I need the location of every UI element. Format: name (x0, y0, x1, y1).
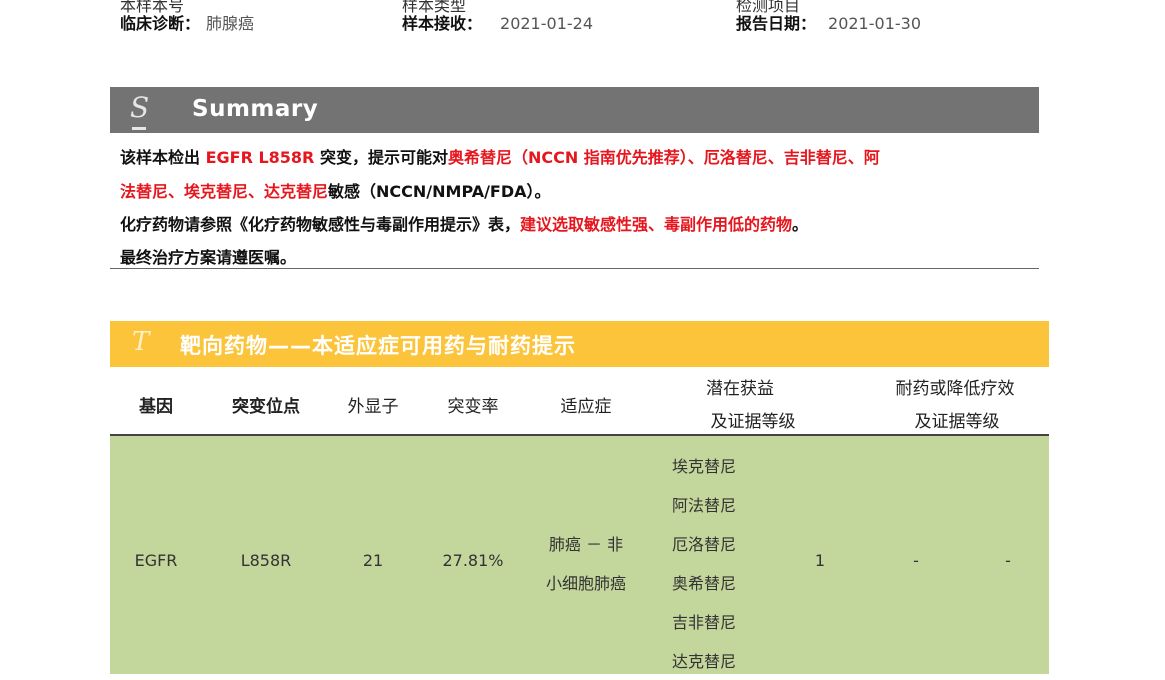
summary-text: 敏感（NCCN/NMPA/FDA）。 (328, 182, 551, 201)
summary-gene-highlight: EGFR L858R (205, 148, 315, 167)
cell-exon: 21 (362, 551, 384, 570)
targeted-header-bar: T 靶向药物——本适应症可用药与耐药提示 (110, 321, 1049, 367)
cell-rate: 27.81% (442, 551, 504, 570)
col-header-gene: 基因 (139, 397, 173, 417)
summary-title: Summary (192, 96, 319, 122)
summary-line-3: 化疗药物请参照《化疗药物敏感性与毒副作用提示》表，建议选取敏感性强、毒副作用低的… (120, 211, 808, 235)
summary-line-4: 最终治疗方案请遵医嘱。 (120, 248, 297, 267)
col-header-resistance: 耐药或降低疗效 (895, 379, 1015, 399)
cell-indication-line-1: 肺癌 － 非 (548, 535, 624, 554)
report-date: 报告日期： 2021-01-30 (736, 10, 921, 34)
summary-text: 。 (792, 215, 809, 234)
cell-resistance-level: - (1005, 551, 1011, 570)
drug-item: 埃克替尼 (672, 457, 737, 476)
cell-site: L858R (240, 551, 292, 570)
col-header-exon: 外显子 (347, 397, 399, 417)
targeted-title: 靶向药物——本适应症可用药与耐药提示 (180, 334, 576, 358)
col-header-resistance-level: 及证据等级 (914, 412, 1000, 432)
report-date-value: 2021-01-30 (828, 14, 921, 33)
col-header-benefit-level: 及证据等级 (710, 412, 796, 432)
sample-received: 样本接收： 2021-01-24 (402, 10, 593, 34)
col-header-rate: 突变率 (447, 397, 499, 417)
col-header-site: 突变位点 (232, 397, 300, 417)
summary-drug-highlight: 奥希替尼（NCCN 指南优先推荐）、厄洛替尼、吉非替尼、阿 (447, 148, 880, 167)
clinical-diagnosis: 临床诊断： 肺腺癌 (120, 10, 254, 34)
summary-line-1: 该样本检出 EGFR L858R 突变，提示可能对奥希替尼（NCCN 指南优先推… (120, 144, 880, 168)
summary-advice-highlight: 建议选取敏感性强、毒副作用低的药物 (520, 215, 793, 234)
targeted-letter-icon: T (132, 327, 150, 357)
clinical-diagnosis-label: 临床诊断： (120, 14, 201, 33)
cell-evidence-level: 1 (814, 551, 826, 570)
sample-received-value: 2021-01-24 (500, 14, 593, 33)
drug-item: 奥希替尼 (672, 574, 737, 593)
summary-divider (110, 268, 1039, 269)
summary-line-2: 法替尼、埃克替尼、达克替尼敏感（NCCN/NMPA/FDA）。 (120, 178, 551, 202)
col-header-indication: 适应症 (560, 397, 612, 417)
summary-header-bar: S Summary (110, 87, 1039, 133)
drug-item: 厄洛替尼 (672, 535, 737, 554)
drug-item: 吉非替尼 (672, 613, 737, 632)
cell-gene: EGFR (134, 551, 178, 570)
drug-item: 达克替尼 (672, 652, 737, 671)
clinical-diagnosis-value: 肺腺癌 (206, 14, 255, 33)
summary-letter-icon: S (130, 91, 160, 131)
summary-text: 突变，提示可能对 (314, 148, 448, 167)
drug-item: 阿法替尼 (672, 496, 737, 515)
sample-received-label: 样本接收： (402, 14, 483, 33)
summary-text: 该样本检出 (120, 148, 206, 167)
cell-indication-line-2: 小细胞肺癌 (545, 574, 626, 593)
col-header-benefit: 潜在获益 (706, 379, 774, 399)
summary-text: 化疗药物请参照《化疗药物敏感性与毒副作用提示》表， (120, 215, 521, 234)
summary-drug-highlight: 法替尼、埃克替尼、达克替尼 (120, 182, 329, 201)
cell-resistance-drug: - (913, 551, 919, 570)
report-date-label: 报告日期： (736, 14, 817, 33)
